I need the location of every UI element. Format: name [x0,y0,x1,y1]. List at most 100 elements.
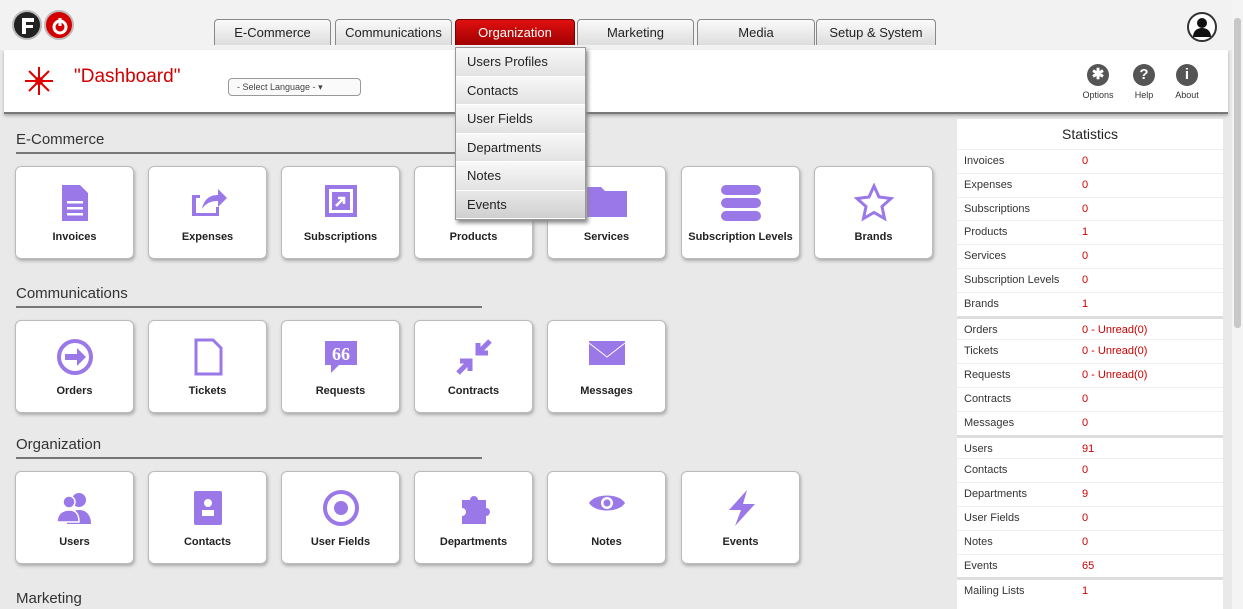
tile-label: Subscription Levels [688,231,793,243]
stat-label: User Fields [964,511,1020,524]
tile-label: Departments [439,536,508,548]
users-icon [16,488,133,528]
tile-label: Subscriptions [303,231,378,243]
tile-departments[interactable]: Departments [414,471,533,564]
tile-users[interactable]: Users [15,471,134,564]
stat-label: Mailing Lists [964,585,1025,598]
tile-expenses[interactable]: Expenses [148,166,267,259]
stat-value: 0 [1082,464,1089,477]
stat-row-invoices: Invoices 0 [957,149,1223,173]
tab-marketing[interactable]: Marketing [577,19,694,45]
tile-contracts[interactable]: Contracts [414,320,533,413]
compress-icon [415,337,532,377]
statistics-panel: Statistics Invoices 0 Expenses 0 Subscriptio… [957,119,1223,609]
stat-value: 0 [1082,202,1089,215]
envelope-icon [548,337,665,377]
stat-value: 0 [1082,250,1089,263]
stat-row-subscriptions: Subscriptions 0 [957,196,1223,221]
language-select[interactable]: - Select Language - ▾ [228,78,361,96]
app-logo-icon[interactable] [12,10,42,40]
tile-notes[interactable]: Notes [547,471,666,564]
help-button[interactable]: ? Help [1124,64,1164,100]
tab-setup-system[interactable]: Setup & System [816,19,936,45]
section-title-organization: Organization [16,436,102,453]
about-label: About [1175,90,1199,100]
tile-user-fields[interactable]: User Fields [281,471,400,564]
tile-subscription-levels[interactable]: Subscription Levels [681,166,800,259]
tab-media[interactable]: Media [697,19,815,45]
menu-item-events[interactable]: Events [456,190,585,219]
about-button[interactable]: i About [1167,64,1207,100]
tile-label: Contracts [447,385,500,397]
stat-row-tickets: Tickets 0 - Unread(0) [957,339,1223,363]
stat-value: 9 [1082,488,1089,501]
tile-label: User Fields [310,536,371,548]
stat-row-brands: Brands 1 [957,291,1223,316]
menu-item-user-fields[interactable]: User Fields [456,105,585,134]
scrollbar[interactable] [1232,0,1243,609]
stat-value: 0 - Unread(0) [1082,323,1148,336]
menu-item-notes[interactable]: Notes [456,162,585,191]
stat-value: 0 [1082,155,1089,167]
tile-messages[interactable]: Messages [547,320,666,413]
language-select-value: - Select Language - [237,82,316,92]
dashboard-header [4,50,1228,114]
menu-item-users-profiles[interactable]: Users Profiles [456,48,585,77]
tile-label: Orders [56,385,93,397]
tile-label: Notes [591,536,622,548]
tile-invoices[interactable]: Invoices [15,166,134,259]
power-logo-icon[interactable] [44,10,74,40]
tab-communications[interactable]: Communications [335,19,452,45]
contact-card-icon [149,488,266,528]
info-icon: i [1176,64,1198,86]
tab-organization[interactable]: Organization [455,19,575,45]
options-label: Options [1082,90,1114,100]
tile-label: Events [722,536,759,548]
stat-row-events: Events 65 [957,553,1223,578]
stat-label: Subscription Levels [964,273,1060,286]
section-title-marketing: Marketing [16,590,82,607]
stat-label: Services [964,250,1007,263]
tile-contacts[interactable]: Contacts [148,471,267,564]
puzzle-icon [415,488,532,528]
stat-value: 91 [1082,442,1095,455]
stat-row-departments: Departments 9 [957,482,1223,506]
target-icon [282,488,399,528]
menu-item-contacts[interactable]: Contacts [456,76,585,105]
stat-value: 0 [1082,535,1089,548]
tile-brands[interactable]: Brands [814,166,933,259]
tile-orders[interactable]: Orders [15,320,134,413]
stat-row-mailing-lists: Mailing Lists 1 [957,577,1223,601]
dashboard-logo-icon [25,67,53,95]
stat-row-orders: Orders 0 - Unread(0) [957,315,1223,340]
tile-subscriptions[interactable]: Subscriptions [281,166,400,259]
statistics-title: Statistics [1061,126,1118,142]
organization-dropdown-menu: Users Profiles Contacts User Fields Departm… [455,47,586,220]
page-icon [149,337,266,377]
tile-label: Services [583,231,630,243]
tile-requests[interactable]: 66 Requests [281,320,400,413]
menu-item-departments[interactable]: Departments [456,133,585,162]
stat-value: 1 [1082,297,1089,310]
stat-label: Orders [964,323,998,336]
scrollbar-thumb[interactable] [1234,18,1241,328]
tile-label: Brands [854,231,893,243]
tab-e-commerce[interactable]: E-Commerce [214,19,331,45]
options-button[interactable]: ✱ Options [1078,64,1118,100]
section-divider [16,457,482,459]
stat-row-users: Users 91 [957,434,1223,459]
stat-label: Products [964,226,1008,239]
gear-icon: ✱ [1087,64,1109,86]
stat-label: Events [964,559,998,572]
arrow-circle-icon [16,337,133,377]
tile-events[interactable]: Events [681,471,800,564]
section-divider [16,152,482,154]
stat-label: Invoices [964,155,1005,167]
stat-row-services: Services 0 [957,244,1223,268]
eye-icon [548,488,665,528]
stat-value: 0 [1082,392,1089,405]
tile-tickets[interactable]: Tickets [148,320,267,413]
share-icon [149,183,266,223]
user-account-icon[interactable] [1187,12,1217,42]
stat-label: Subscriptions [964,202,1031,215]
